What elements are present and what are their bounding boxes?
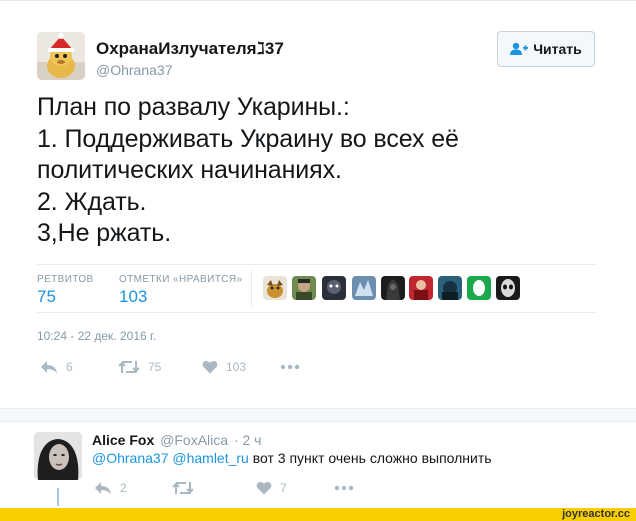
- watermark-bar: [0, 508, 636, 521]
- liker-avatar[interactable]: [322, 276, 346, 300]
- tweet-text-line: 1. Поддерживать Украину во всех её: [37, 124, 459, 153]
- follow-button[interactable]: Читать: [497, 31, 595, 67]
- reply-author-avatar[interactable]: [34, 432, 82, 480]
- mention-link[interactable]: @hamlet_ru: [172, 450, 248, 466]
- tweet-text-line: политических начинаниях.: [37, 156, 342, 184]
- tweet-timestamp[interactable]: 10:24 - 22 дек. 2016 г.: [37, 329, 156, 343]
- tweet-text: План по развалу Укарины.: 1. Поддерживат…: [37, 92, 459, 250]
- reply-time[interactable]: · 2 ч: [234, 432, 262, 448]
- more-icon: [280, 364, 300, 370]
- like-button[interactable]: 103: [202, 360, 246, 374]
- liker-avatar[interactable]: [352, 276, 376, 300]
- author-avatar[interactable]: [37, 32, 85, 80]
- reply-reply-count: 2: [120, 481, 127, 495]
- reply-header: Alice Fox @FoxAlica · 2 ч: [92, 432, 261, 448]
- retweets-label: РЕТВИТОВ: [37, 274, 94, 285]
- retweet-icon: [118, 360, 140, 374]
- tweet-text-line: 2. Ждать.: [37, 187, 147, 216]
- reply-author-name[interactable]: Alice Fox: [92, 432, 154, 448]
- watermark-text: joyreactor.cc: [562, 508, 630, 520]
- retweet-button[interactable]: 75: [118, 360, 161, 374]
- likes-label: ОТМЕТКИ «НРАВИТСЯ»: [119, 274, 243, 285]
- heart-icon: [202, 360, 218, 374]
- retweet-icon: [172, 481, 194, 495]
- tweet-text-line: План по развалу Укарины.:: [37, 93, 350, 121]
- stats-top-divider: [37, 264, 597, 265]
- reply-retweet-button[interactable]: [172, 481, 202, 495]
- reply-body: вот 3 пункт очень сложно выполнить: [248, 450, 492, 466]
- stats-separator: [251, 270, 252, 306]
- like-count: 103: [226, 360, 247, 374]
- liker-avatar[interactable]: [381, 276, 405, 300]
- reply-reply-button[interactable]: 2: [94, 481, 127, 495]
- retweets-count[interactable]: 75: [37, 287, 56, 307]
- reply-more-button[interactable]: [334, 481, 354, 495]
- reply-count: 6: [66, 360, 73, 374]
- mention-link[interactable]: @Ohrana37: [92, 450, 168, 466]
- reply-text: @Ohrana37 @hamlet_ru вот 3 пункт очень с…: [92, 450, 492, 466]
- add-user-icon: [510, 42, 529, 55]
- thread-connector: [57, 488, 59, 506]
- reply-icon: [41, 361, 57, 373]
- reply-icon: [95, 482, 111, 494]
- reply-like-count: 7: [280, 481, 287, 495]
- reply-button[interactable]: 6: [40, 360, 73, 374]
- thread-separator: [0, 408, 636, 422]
- top-border: [0, 0, 636, 1]
- liker-avatar[interactable]: [438, 276, 462, 300]
- liker-avatar[interactable]: [292, 276, 316, 300]
- stats-bottom-divider: [37, 312, 597, 313]
- author-handle[interactable]: @Ohrana37: [96, 62, 172, 78]
- liker-avatar[interactable]: [467, 276, 491, 300]
- liker-avatar[interactable]: [263, 276, 287, 300]
- follow-button-label: Читать: [533, 41, 582, 57]
- tweet-text-line: 3,Не ржать.: [37, 219, 172, 247]
- more-icon: [334, 485, 354, 491]
- heart-icon: [256, 481, 272, 495]
- liker-avatar[interactable]: [409, 276, 433, 300]
- reply-like-button[interactable]: 7: [256, 481, 287, 495]
- likes-count[interactable]: 103: [119, 287, 147, 307]
- liker-avatar[interactable]: [496, 276, 520, 300]
- retweet-count: 75: [148, 360, 162, 374]
- author-display-name[interactable]: ОхранаИзлучателяℷ37: [96, 39, 284, 59]
- reply-author-handle[interactable]: @FoxAlica: [160, 432, 228, 448]
- more-button[interactable]: [280, 360, 300, 374]
